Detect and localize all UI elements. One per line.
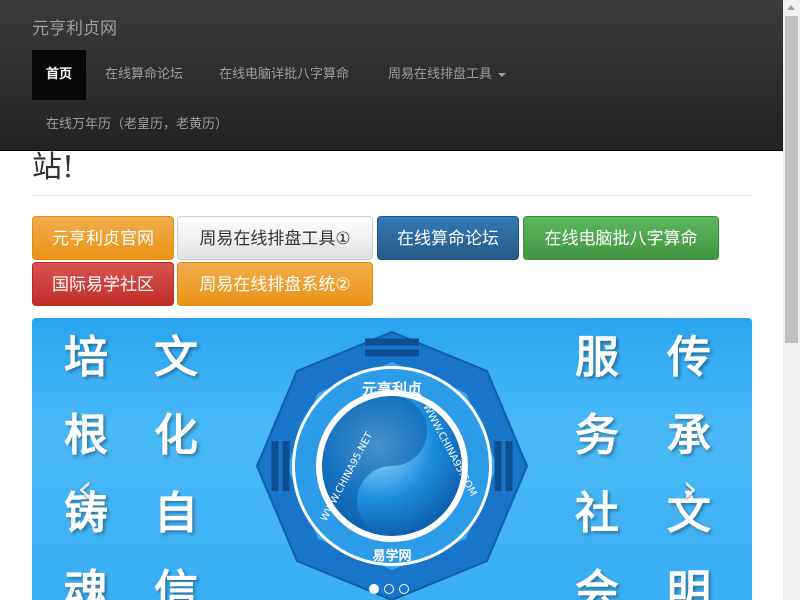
button-community[interactable]: 国际易学社区: [32, 262, 174, 306]
svg-text:元亨利贞: 元亨利贞: [362, 380, 422, 398]
image-carousel: 培根铸魂 文化自信 服务社会 传承文明 元亨利贞 易学网 WWW.CHINA95…: [32, 318, 752, 600]
caret-down-icon: [498, 72, 507, 77]
svg-text:易学网: 易学网: [372, 548, 411, 564]
carousel-indicators: [369, 584, 409, 594]
button-bazi[interactable]: 在线电脑批八字算命: [523, 216, 719, 260]
nav-item-calendar[interactable]: 在线万年历（老皇历，老黄历）: [32, 100, 242, 150]
divider: [32, 195, 752, 196]
banner-text-left-1: 培根铸魂: [64, 332, 108, 600]
nav-item-forum[interactable]: 在线算命论坛: [91, 50, 197, 100]
scroll-up-arrow-icon[interactable]: [787, 5, 795, 10]
nav-item-paipan-label: 周易在线排盘工具: [388, 67, 493, 82]
nav-item-paipan-dropdown[interactable]: 周易在线排盘工具: [374, 50, 520, 100]
button-forum[interactable]: 在线算命论坛: [377, 216, 519, 260]
button-paipan-tool-1[interactable]: 周易在线排盘工具①: [177, 216, 373, 260]
scrollbar-thumb[interactable]: [785, 16, 798, 343]
button-official-site[interactable]: 元亨利贞官网: [32, 216, 174, 260]
navbar-brand[interactable]: 元亨利贞网: [32, 14, 117, 39]
button-paipan-system-2[interactable]: 周易在线排盘系统②: [177, 262, 373, 306]
vertical-scrollbar[interactable]: [783, 0, 800, 600]
carousel-next-icon[interactable]: ›: [682, 466, 698, 512]
nav-item-home[interactable]: 首页: [32, 50, 87, 100]
carousel-indicator-1[interactable]: [369, 584, 379, 594]
bagua-logo: 元亨利贞 易学网 WWW.CHINA95.NET WWW.CHINA95.COM: [255, 330, 529, 600]
carousel-prev-icon[interactable]: ‹: [77, 466, 93, 512]
carousel-indicator-2[interactable]: [384, 584, 394, 594]
banner-text-right-2: 传承文明: [667, 332, 711, 600]
nav-item-bazi[interactable]: 在线电脑详批八字算命: [205, 50, 363, 100]
top-navbar: 元亨利贞网 首页 在线算命论坛 在线电脑详批八字算命 周易在线排盘工具 在线万年…: [0, 0, 783, 151]
carousel-indicator-3[interactable]: [399, 584, 409, 594]
banner-text-right-1: 服务社会: [575, 332, 619, 600]
banner-text-left-2: 文化自信: [154, 332, 198, 600]
